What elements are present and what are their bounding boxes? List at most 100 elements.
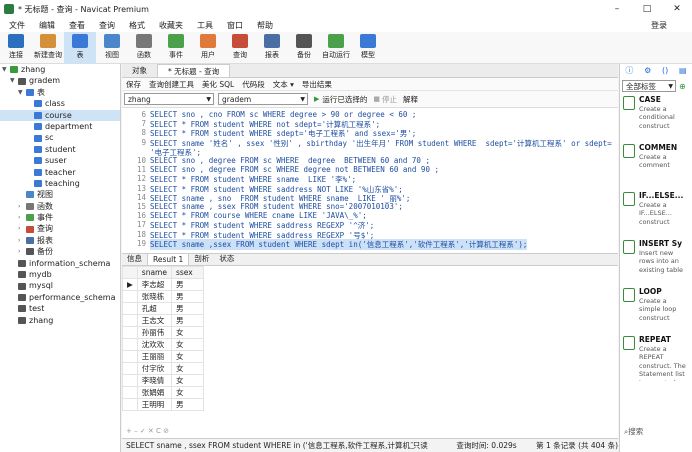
- query-tool-3[interactable]: 代码段: [242, 79, 265, 90]
- menu-item-5[interactable]: 收藏夹: [159, 20, 183, 31]
- tree-item-12[interactable]: › 函数: [0, 201, 120, 212]
- menu-item-4[interactable]: 格式: [129, 20, 145, 31]
- toolbar-button-9[interactable]: 备份: [288, 32, 320, 64]
- table-cell[interactable]: 男: [170, 301, 204, 315]
- snippet-icon[interactable]: ▤: [679, 66, 687, 75]
- menu-item-7[interactable]: 窗口: [227, 20, 243, 31]
- tree-item-11[interactable]: 视图: [0, 189, 120, 200]
- table-cell[interactable]: 张娟娟: [136, 385, 172, 399]
- table-cell[interactable]: 男: [170, 277, 204, 291]
- tree-item-9[interactable]: teacher: [0, 167, 120, 178]
- toolbar-button-1[interactable]: 新建查询: [32, 32, 64, 64]
- table-row[interactable]: 李晓倩女: [122, 373, 204, 387]
- toolbar-button-5[interactable]: 事件: [160, 32, 192, 64]
- tree-item-14[interactable]: › 查询: [0, 223, 120, 234]
- tab-objects[interactable]: 对象: [122, 64, 157, 77]
- result-tab-0[interactable]: 信息: [122, 253, 147, 265]
- menu-item-6[interactable]: 工具: [197, 20, 213, 31]
- expand-arrow-icon[interactable]: ▼: [2, 64, 10, 75]
- explain-button[interactable]: 解释: [403, 94, 418, 105]
- snippet-item[interactable]: IF...ELSE... Create a IF...ELSE... constr…: [620, 189, 692, 237]
- stop-button[interactable]: 停止: [382, 94, 397, 105]
- result-tab-1[interactable]: Result 1: [147, 253, 190, 265]
- table-cell[interactable]: 王丽丽: [136, 349, 172, 363]
- brackets-icon[interactable]: (): [662, 66, 668, 75]
- menu-item-8[interactable]: 帮助: [257, 20, 273, 31]
- table-row[interactable]: 王志文男: [122, 313, 204, 327]
- toolbar-button-11[interactable]: 模型: [352, 32, 384, 64]
- expand-arrow-icon[interactable]: ›: [18, 212, 26, 223]
- column-header-sname[interactable]: sname: [136, 266, 172, 279]
- toolbar-button-10[interactable]: 自动运行: [320, 32, 352, 64]
- toolbar-button-7[interactable]: 查询: [224, 32, 256, 64]
- menu-item-1[interactable]: 编辑: [39, 20, 55, 31]
- tree-item-20[interactable]: performance_schema: [0, 292, 120, 303]
- run-selected-button[interactable]: 运行已选择的: [322, 94, 367, 105]
- table-row[interactable]: 王丽丽女: [122, 349, 204, 363]
- table-cell[interactable]: 女: [170, 385, 204, 399]
- toolbar-button-6[interactable]: 用户: [192, 32, 224, 64]
- expand-arrow-icon[interactable]: ›: [18, 201, 26, 212]
- grid-nav-controls[interactable]: + – ✓ ✕ C ⊘: [122, 427, 618, 437]
- toolbar-button-4[interactable]: 函数: [128, 32, 160, 64]
- tree-item-6[interactable]: sc: [0, 132, 120, 143]
- table-cell[interactable]: 女: [170, 337, 204, 351]
- table-cell[interactable]: 男: [170, 313, 204, 327]
- expand-arrow-icon[interactable]: ›: [18, 223, 26, 234]
- table-cell[interactable]: 张晓栋: [136, 289, 172, 303]
- tab-query[interactable]: * 无标题 - 查询: [157, 64, 231, 77]
- tree-item-10[interactable]: teaching: [0, 178, 120, 189]
- table-cell[interactable]: 男: [170, 289, 204, 303]
- tree-item-0[interactable]: ▼ zhang: [0, 64, 120, 75]
- table-cell[interactable]: 男: [170, 397, 204, 411]
- query-tool-0[interactable]: 保存: [126, 79, 141, 90]
- query-tool-4[interactable]: 文本 ▾: [273, 79, 294, 90]
- table-row[interactable]: 张娟娟女: [122, 385, 204, 399]
- table-cell[interactable]: 女: [170, 325, 204, 339]
- maximize-button[interactable]: □: [632, 0, 662, 18]
- toolbar-button-2[interactable]: 表: [64, 32, 96, 64]
- table-cell[interactable]: 王明明: [136, 397, 172, 411]
- table-row[interactable]: 王明明男: [122, 397, 204, 411]
- minimize-button[interactable]: –: [602, 0, 632, 18]
- snippet-item[interactable]: LOOP Create a simple loop construct: [620, 285, 692, 333]
- tree-item-13[interactable]: › 事件: [0, 212, 120, 223]
- database-select[interactable]: gradem ▼: [218, 93, 308, 105]
- menu-item-0[interactable]: 文件: [9, 20, 25, 31]
- table-cell[interactable]: 李晓倩: [136, 373, 172, 387]
- tree-item-4[interactable]: course: [0, 109, 120, 121]
- table-row[interactable]: 孙丽伟女: [122, 325, 204, 339]
- tree-item-8[interactable]: suser: [0, 155, 120, 166]
- table-cell[interactable]: 女: [170, 373, 204, 387]
- snippet-item[interactable]: REPEAT Create a REPEAT construct. The Sta…: [620, 333, 692, 381]
- login-link[interactable]: 登录: [651, 20, 667, 31]
- expand-arrow-icon[interactable]: ›: [18, 246, 26, 257]
- sql-editor[interactable]: 6 SELECT sno , cno FROM sc WHERE degree >…: [122, 108, 618, 253]
- result-tab-3[interactable]: 状态: [214, 253, 239, 265]
- tree-item-2[interactable]: ▼ 表: [0, 87, 120, 98]
- tree-item-16[interactable]: › 备份: [0, 246, 120, 257]
- expand-arrow-icon[interactable]: ›: [18, 235, 26, 246]
- tag-filter-select[interactable]: 全部标签 ▼: [622, 80, 676, 92]
- tree-item-22[interactable]: zhang: [0, 315, 120, 326]
- table-row[interactable]: ▶ 李志超男: [122, 277, 204, 291]
- tree-item-18[interactable]: mydb: [0, 269, 120, 280]
- query-tool-1[interactable]: 查询创建工具: [149, 79, 194, 90]
- info-icon[interactable]: ⓘ: [625, 65, 633, 76]
- tree-item-19[interactable]: mysql: [0, 280, 120, 291]
- table-cell[interactable]: 沈欢欢: [136, 337, 172, 351]
- add-snippet-icon[interactable]: ⊕: [679, 82, 686, 91]
- table-cell[interactable]: 女: [170, 349, 204, 363]
- expand-arrow-icon[interactable]: ▼: [18, 87, 26, 98]
- close-button[interactable]: ✕: [662, 0, 692, 18]
- snippet-item[interactable]: COMMEN Create a comment: [620, 141, 692, 189]
- tree-item-15[interactable]: › 报表: [0, 235, 120, 246]
- menu-item-3[interactable]: 查询: [99, 20, 115, 31]
- table-cell[interactable]: 孔超: [136, 301, 172, 315]
- tree-item-21[interactable]: test: [0, 303, 120, 314]
- column-header-ssex[interactable]: ssex: [170, 266, 204, 279]
- table-row[interactable]: 付宇欣女: [122, 361, 204, 375]
- table-cell[interactable]: 李志超: [136, 277, 172, 291]
- snippet-search[interactable]: ⌕搜索: [624, 426, 690, 437]
- connection-select[interactable]: zhang ▼: [124, 93, 214, 105]
